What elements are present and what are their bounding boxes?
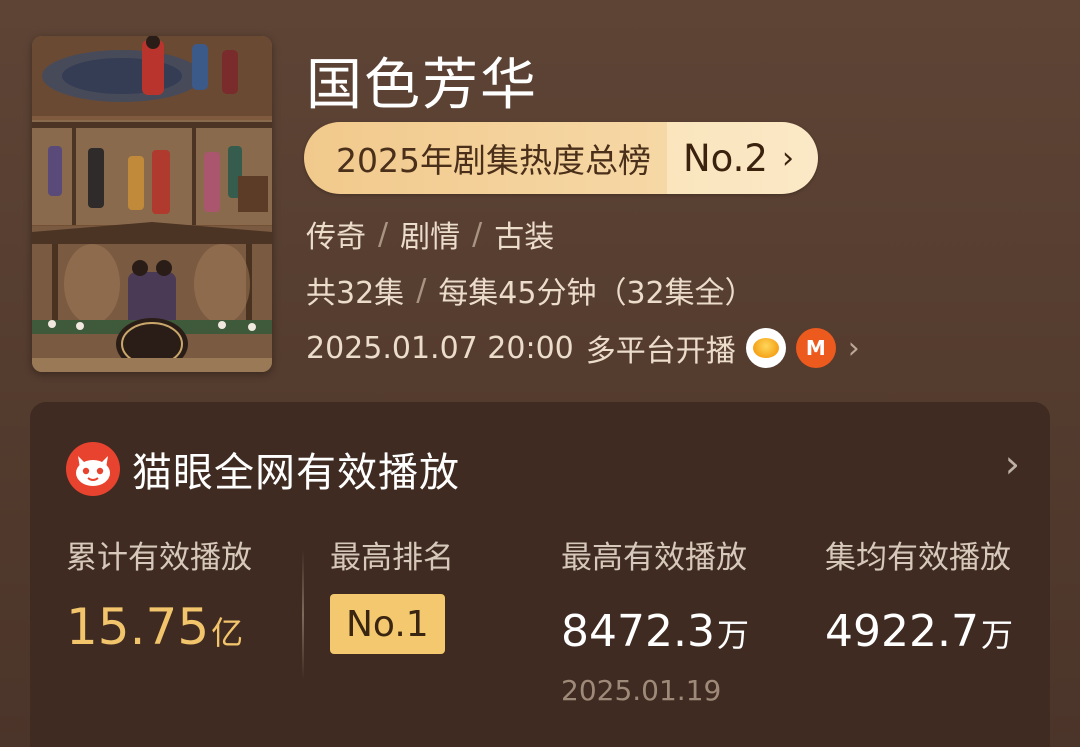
separator: / — [472, 216, 483, 252]
cumulative-plays-value: 15.75 亿 — [66, 598, 243, 656]
show-title: 国色芳华 — [306, 53, 538, 118]
ranking-label: 2025年剧集热度总榜 — [304, 122, 667, 194]
episode-info: 共32集 / 每集45分钟（32集全） — [306, 268, 755, 312]
avg-plays-label: 集均有效播放 — [825, 540, 1011, 576]
avg-plays-number: 4922.7 — [825, 606, 979, 657]
episode-duration: 每集45分钟（32集全） — [438, 276, 755, 311]
ranking-badge[interactable]: 2025年剧集热度总榜 No.2 › — [304, 122, 818, 194]
release-datetime: 2025.01.07 20:00 — [306, 330, 574, 366]
genre-tag: 剧情 — [400, 220, 461, 255]
peak-plays-unit: 万 — [716, 616, 749, 654]
poster-artwork — [32, 36, 272, 372]
chevron-right-icon: › — [781, 140, 794, 176]
genre-tag: 传奇 — [306, 220, 366, 255]
cumulative-plays-label: 累计有效播放 — [66, 540, 252, 576]
highest-rank-badge: No.1 — [330, 594, 445, 654]
maoyan-play-card[interactable]: 猫眼全网有效播放 › 累计有效播放 最高排名 最高有效播放 集均有效播放 15.… — [30, 402, 1050, 747]
episode-count: 共32集 — [306, 276, 405, 311]
release-info[interactable]: 2025.01.07 20:00 多平台开播 › — [306, 326, 860, 370]
chevron-right-icon: › — [847, 330, 860, 366]
peak-plays-value: 8472.3 万 — [561, 606, 749, 657]
peak-plays-date: 2025.01.19 — [561, 674, 722, 707]
show-poster[interactable] — [32, 36, 272, 372]
peak-plays-label: 最高有效播放 — [561, 540, 747, 576]
mango-tv-icon — [745, 328, 786, 368]
divider — [302, 550, 304, 680]
card-title: 猫眼全网有效播放 — [132, 450, 460, 496]
cumulative-plays-number: 15.75 — [66, 598, 210, 656]
avg-plays-unit: 万 — [980, 616, 1013, 654]
mgtv-icon — [795, 328, 836, 368]
genre-list: 传奇 / 剧情 / 古装 — [306, 212, 554, 256]
card-header: 猫眼全网有效播放 — [66, 440, 460, 498]
genre-tag: 古装 — [494, 220, 555, 255]
highest-rank-label: 最高排名 — [330, 540, 454, 576]
cumulative-plays-unit: 亿 — [211, 614, 244, 652]
separator: / — [416, 272, 427, 308]
avg-plays-value: 4922.7 万 — [825, 606, 1013, 657]
platforms-label: 多平台开播 — [585, 334, 736, 369]
separator: / — [378, 216, 389, 252]
ranking-rank: No.2 — [682, 136, 768, 180]
ranking-rank-box: No.2 › — [666, 122, 818, 194]
maoyan-cat-icon — [66, 442, 120, 496]
chevron-right-icon[interactable]: › — [1005, 442, 1020, 486]
peak-plays-number: 8472.3 — [561, 606, 715, 657]
